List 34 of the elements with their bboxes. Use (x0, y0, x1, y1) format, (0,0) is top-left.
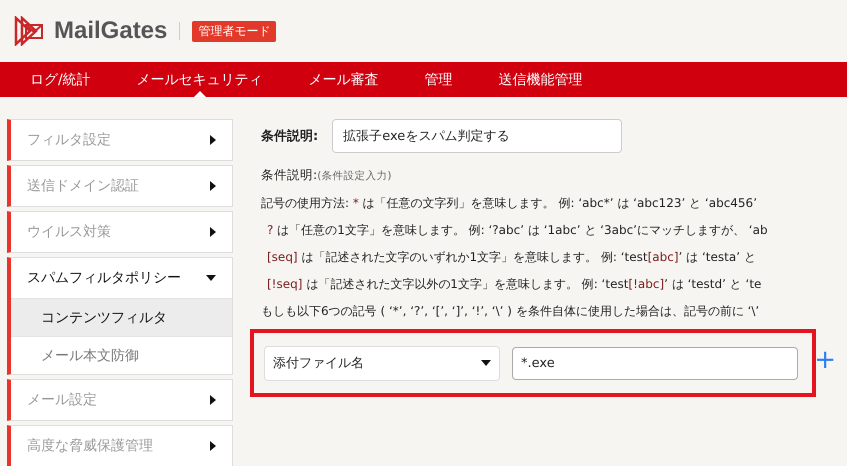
logo-icon (14, 16, 46, 46)
sidebar-item[interactable]: フィルタ設定 (11, 120, 232, 160)
caret-right-icon (210, 227, 216, 237)
caret-down-icon (481, 360, 491, 366)
sidebar-item[interactable]: ウイルス対策 (11, 212, 232, 252)
sidebar-item[interactable]: 送信ドメイン認証 (11, 166, 232, 206)
help-text: 記号の使用方法: * は「任意の文字列」を意味します。 例: ‘abc*’ は ‘abc123’ と ‘abc456’ (261, 195, 758, 211)
nav-tab[interactable]: ログ/統計 (14, 62, 107, 97)
nav-tab[interactable]: 送信機能管理 (482, 62, 599, 97)
sidebar-item[interactable]: 高度な脅威保護管理 (11, 426, 232, 466)
description-label: 条件説明: (261, 128, 318, 145)
add-button[interactable]: + (814, 347, 836, 373)
sidebar-item[interactable]: メール設定 (11, 380, 232, 420)
field-select[interactable]: 添付ファイル名 (264, 346, 500, 380)
mode-badge: 管理者モード (192, 20, 276, 42)
pattern-field[interactable]: *.exe (512, 346, 798, 380)
help-text: もしも以下6つの記号 ( ‘*’, ‘?’, ‘[’, ‘]’, ‘!’, ‘\’ ) を条件自体に使用した場合は、記号の前に ‘\’ (261, 303, 760, 319)
nav-tab[interactable]: メールセキュリティ (120, 62, 279, 97)
caret-right-icon (210, 181, 216, 191)
section-hint: (条件設定入力) (317, 169, 392, 183)
help-text: [seq] は「記述された文字のいずれか1文字」を意味します。 例: ‘test[abc]’ は ‘testa’ と (266, 249, 757, 265)
description-field[interactable]: 拡張子exeをスパム判定する (332, 119, 622, 153)
caret-right-icon (210, 135, 216, 145)
help-text: ? は「任意の1文字」を意味します。 例: ‘?abc’ は ‘1abc’ と ‘3abc’にマッチしますが、 ‘ab (266, 222, 769, 238)
caret-down-icon (206, 275, 216, 281)
section-title: 条件説明: (261, 167, 318, 184)
logo-text: MailGates (54, 17, 168, 45)
nav-tab[interactable]: 管理 (408, 62, 469, 97)
sidebar-subitem[interactable]: コンテンツフィルタ (11, 298, 232, 336)
caret-right-icon (210, 395, 216, 405)
help-text: [!seq] は「記述された文字以外の1文字」を意味します。 例: ‘test[!abc]’ は ‘testd’ と ‘te (266, 276, 762, 292)
nav-tab[interactable]: メール審査 (292, 62, 395, 97)
sidebar-item[interactable]: スパムフィルタポリシー (11, 258, 232, 298)
caret-right-icon (210, 441, 216, 451)
